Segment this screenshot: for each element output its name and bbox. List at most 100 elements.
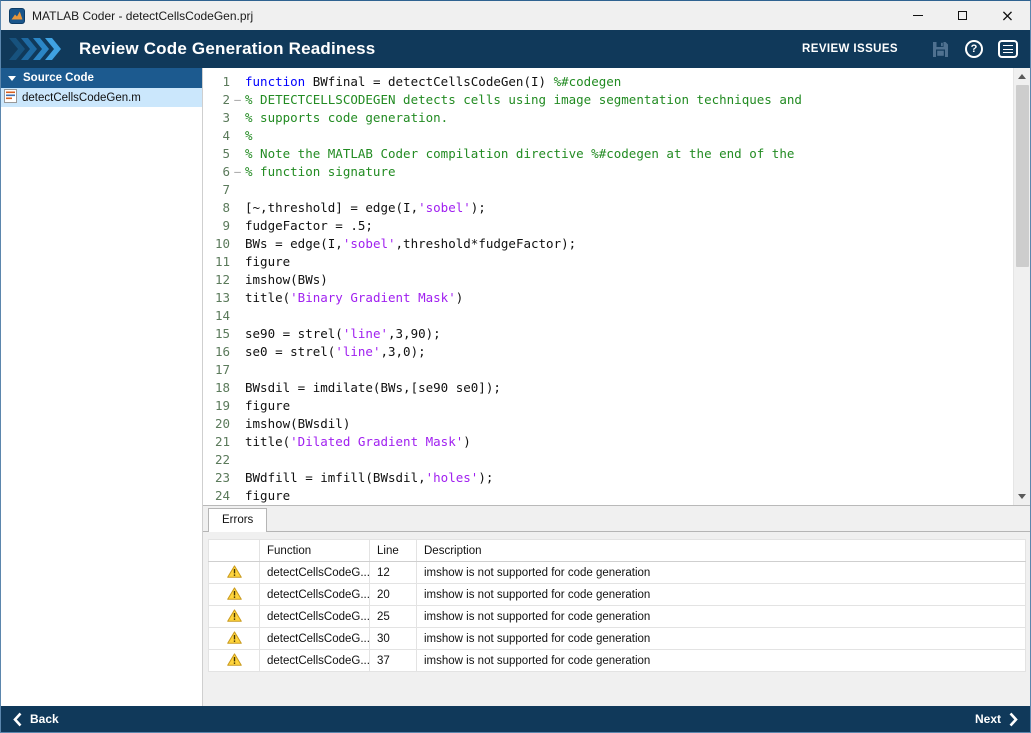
tab-errors[interactable]: Errors bbox=[208, 508, 267, 532]
code-line: 14 bbox=[203, 307, 1013, 325]
code-line: 13title('Binary Gradient Mask') bbox=[203, 289, 1013, 307]
scrollbar-track[interactable] bbox=[1014, 85, 1030, 488]
code-line: 11figure bbox=[203, 253, 1013, 271]
code-text: figure bbox=[245, 487, 290, 505]
back-button[interactable]: Back bbox=[13, 712, 59, 727]
error-row[interactable]: detectCellsCodeG...30imshow is not suppo… bbox=[209, 628, 1026, 650]
error-description-cell: imshow is not supported for code generat… bbox=[417, 650, 1026, 672]
minimize-icon bbox=[913, 15, 923, 16]
review-issues-button[interactable]: REVIEW ISSUES bbox=[802, 43, 898, 55]
line-number: 5 bbox=[203, 145, 230, 163]
error-icon-cell bbox=[209, 628, 260, 650]
code-text: % DETECTCELLSCODEGEN detects cells using… bbox=[245, 91, 802, 109]
matlab-coder-app-icon bbox=[9, 8, 25, 24]
code-line: 10BWs = edge(I,'sobel',threshold*fudgeFa… bbox=[203, 235, 1013, 253]
back-chevron-icon bbox=[13, 712, 22, 727]
code-line: 23 BWdfill = imfill(BWsdil,'holes'); bbox=[203, 469, 1013, 487]
line-number: 21 bbox=[203, 433, 230, 451]
error-icon-cell bbox=[209, 606, 260, 628]
fold-gutter bbox=[230, 469, 245, 487]
code-editor: 1function BWfinal = detectCellsCodeGen(I… bbox=[203, 68, 1030, 505]
code-text: se0 = strel('line',3,0); bbox=[245, 343, 426, 361]
code-text: % supports code generation. bbox=[245, 109, 448, 127]
error-row[interactable]: detectCellsCodeG...12imshow is not suppo… bbox=[209, 562, 1026, 584]
code-line: 5% Note the MATLAB Coder compilation dir… bbox=[203, 145, 1013, 163]
code-line: 1function BWfinal = detectCellsCodeGen(I… bbox=[203, 73, 1013, 91]
save-button[interactable] bbox=[931, 40, 950, 59]
close-icon: × bbox=[1001, 9, 1014, 23]
help-button[interactable]: ? bbox=[965, 40, 983, 58]
source-code-section-header[interactable]: Source Code bbox=[1, 68, 202, 88]
error-row[interactable]: detectCellsCodeG...20imshow is not suppo… bbox=[209, 584, 1026, 606]
line-number: 2 bbox=[203, 91, 230, 109]
collapse-arrow-icon bbox=[8, 76, 16, 81]
sidebar-item-detectcellscodegen[interactable]: detectCellsCodeGen.m bbox=[1, 88, 202, 107]
close-button[interactable]: × bbox=[985, 1, 1030, 30]
arrow-up-icon bbox=[1018, 74, 1026, 79]
fold-gutter bbox=[230, 415, 245, 433]
fold-gutter bbox=[230, 235, 245, 253]
code-line: 2–% DETECTCELLSCODEGEN detects cells usi… bbox=[203, 91, 1013, 109]
line-number: 6 bbox=[203, 163, 230, 181]
scrollbar-thumb[interactable] bbox=[1016, 85, 1029, 267]
next-button[interactable]: Next bbox=[975, 712, 1018, 727]
code-text: fudgeFactor = .5; bbox=[245, 217, 373, 235]
errors-table-body: detectCellsCodeG...12imshow is not suppo… bbox=[209, 562, 1026, 672]
code-text: BWdfill = imfill(BWsdil,'holes'); bbox=[245, 469, 493, 487]
error-line-cell: 30 bbox=[370, 628, 417, 650]
code-line: 17 bbox=[203, 361, 1013, 379]
line-number: 23 bbox=[203, 469, 230, 487]
menu-button[interactable] bbox=[998, 40, 1018, 58]
code-line: 18BWsdil = imdilate(BWs,[se90 se0]); bbox=[203, 379, 1013, 397]
line-number: 11 bbox=[203, 253, 230, 271]
errors-table-container: FunctionLineDescription detectCellsCodeG… bbox=[203, 532, 1030, 672]
error-description-cell: imshow is not supported for code generat… bbox=[417, 628, 1026, 650]
line-number: 17 bbox=[203, 361, 230, 379]
fold-marker-icon[interactable]: – bbox=[230, 91, 245, 109]
code-text: [~,threshold] = edge(I,'sobel'); bbox=[245, 199, 486, 217]
back-label: Back bbox=[30, 712, 59, 726]
fold-gutter bbox=[230, 397, 245, 415]
fold-gutter bbox=[230, 307, 245, 325]
line-number: 19 bbox=[203, 397, 230, 415]
errors-panel: Errors FunctionLineDescription detectCel… bbox=[203, 505, 1030, 706]
code-line: 9fudgeFactor = .5; bbox=[203, 217, 1013, 235]
error-row[interactable]: detectCellsCodeG...25imshow is not suppo… bbox=[209, 606, 1026, 628]
maximize-button[interactable] bbox=[940, 1, 985, 30]
code-line: 4% bbox=[203, 127, 1013, 145]
line-number: 22 bbox=[203, 451, 230, 469]
fold-gutter bbox=[230, 379, 245, 397]
warning-icon bbox=[227, 609, 242, 622]
column-header-icon[interactable] bbox=[209, 540, 260, 562]
fold-gutter bbox=[230, 451, 245, 469]
content-column: 1function BWfinal = detectCellsCodeGen(I… bbox=[203, 68, 1030, 706]
fold-gutter bbox=[230, 433, 245, 451]
code-text: se90 = strel('line',3,90); bbox=[245, 325, 441, 343]
fold-gutter bbox=[230, 325, 245, 343]
minimize-button[interactable] bbox=[895, 1, 940, 30]
error-line-cell: 37 bbox=[370, 650, 417, 672]
fold-gutter bbox=[230, 109, 245, 127]
fold-gutter bbox=[230, 253, 245, 271]
source-code-sidebar: Source Code detectCellsCodeGen.m bbox=[1, 68, 203, 706]
code-line: 12imshow(BWs) bbox=[203, 271, 1013, 289]
footer-bar: Back Next bbox=[1, 706, 1030, 732]
column-header-function[interactable]: Function bbox=[260, 540, 370, 562]
column-header-line[interactable]: Line bbox=[370, 540, 417, 562]
scrollbar-down-button[interactable] bbox=[1014, 488, 1030, 505]
fold-marker-icon[interactable]: – bbox=[230, 163, 245, 181]
code-line: 21title('Dilated Gradient Mask') bbox=[203, 433, 1013, 451]
column-header-description[interactable]: Description bbox=[417, 540, 1026, 562]
error-row[interactable]: detectCellsCodeG...37imshow is not suppo… bbox=[209, 650, 1026, 672]
code-line: 24figure bbox=[203, 487, 1013, 505]
error-description-cell: imshow is not supported for code generat… bbox=[417, 562, 1026, 584]
editor-scrollbar[interactable] bbox=[1013, 68, 1030, 505]
code-text: figure bbox=[245, 397, 290, 415]
fold-gutter bbox=[230, 145, 245, 163]
scrollbar-up-button[interactable] bbox=[1014, 68, 1030, 85]
code-text: BWsdil = imdilate(BWs,[se90 se0]); bbox=[245, 379, 501, 397]
code-line: 7 bbox=[203, 181, 1013, 199]
code-line: 16 se0 = strel('line',3,0); bbox=[203, 343, 1013, 361]
error-icon-cell bbox=[209, 562, 260, 584]
line-number: 16 bbox=[203, 343, 230, 361]
